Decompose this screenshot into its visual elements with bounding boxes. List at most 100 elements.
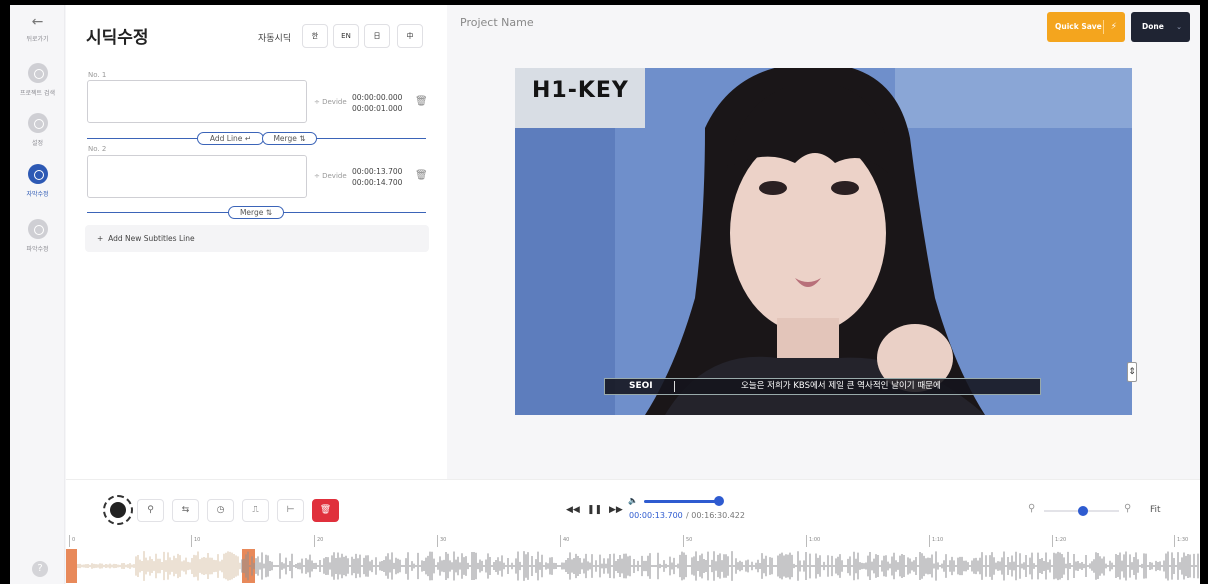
sidebar-item-subtitle-edit[interactable]: 자막수정	[10, 164, 65, 198]
pause-icon[interactable]: ❚❚	[587, 505, 602, 515]
volume-slider-thumb[interactable]	[714, 496, 724, 506]
delete-button[interactable]: 🗑	[312, 499, 339, 522]
merge-button[interactable]: Merge ⇅	[262, 132, 317, 145]
subtitle-icon	[27, 164, 48, 184]
add-new-subtitle-line-button[interactable]: + Add New Subtitles Line	[85, 225, 429, 252]
sidebar-item-project-search[interactable]: 프로젝트 검색	[10, 63, 65, 97]
swap-icon: ⇆	[181, 505, 190, 515]
auto-subtitle-label: 자동시딕	[258, 34, 292, 44]
record-icon[interactable]	[103, 495, 133, 525]
video-preview[interactable]: H1-KEY SEOI 오늘은 저희가 KBS에서 제일 큰 역사적인 날이기 …	[515, 68, 1132, 415]
split-icon: ⊢	[286, 505, 295, 515]
help-icon[interactable]: ?	[32, 561, 48, 577]
video-frame-image	[515, 68, 1132, 415]
time-tick: 40	[560, 535, 569, 547]
done-label: Done	[1142, 22, 1164, 31]
bolt-icon: ⚡	[1110, 22, 1117, 32]
end-time[interactable]: 00:00:14.700	[352, 177, 402, 188]
swap-icon: ⇅	[299, 134, 306, 143]
caption-overlay: SEOI 오늘은 저희가 KBS에서 제일 큰 역사적인 날이기 때문에	[604, 378, 1041, 395]
time-tick: 1:00	[806, 535, 820, 547]
start-time[interactable]: 00:00:00.000	[352, 92, 402, 103]
sidebar-item-label: 자막수정	[26, 191, 49, 198]
chevron-down-icon: ⌄	[1176, 23, 1182, 31]
editor-toolbar: ⚲ ⇆ ◷ ⎍ ⊢ 🗑 ◀◀ ❚❚ ▶▶ 🔈 00:00:13.700 / 00…	[66, 479, 1200, 535]
quick-save-label: Quick Save	[1055, 22, 1102, 31]
divider	[674, 381, 675, 392]
clock-tool-button[interactable]: ◷	[207, 499, 234, 522]
sidebar-item-settings[interactable]: 설정	[10, 113, 65, 147]
done-button[interactable]: Done ⌄	[1131, 12, 1190, 42]
trash-icon: 🗑	[319, 505, 332, 515]
gear-icon	[27, 113, 48, 133]
sidebar: ← 뒤로가기 프로젝트 검색 설정 자막수정 파악수정 ?	[10, 5, 65, 584]
caption-speaker: SEOI	[629, 381, 653, 391]
back-button[interactable]: ← 뒤로가기	[10, 15, 65, 43]
add-line-label: Add Line	[209, 134, 243, 143]
zoom-out-icon[interactable]: ⚲	[1028, 503, 1035, 514]
trash-icon[interactable]: 🗑	[415, 96, 428, 107]
fast-forward-icon[interactable]: ▶▶	[609, 505, 623, 515]
add-line-button[interactable]: Add Line ↵	[197, 132, 264, 145]
zoom-in-icon[interactable]: ⚲	[1124, 503, 1131, 514]
time-tick: 1:30	[1174, 535, 1188, 547]
lang-button-ja[interactable]: 日	[364, 24, 390, 48]
clock-icon: ◷	[216, 505, 225, 515]
entry-number: No. 1	[88, 71, 107, 79]
subtitle-text-field[interactable]	[87, 80, 307, 123]
lang-button-en[interactable]: EN	[333, 24, 359, 48]
subtitle-text-field[interactable]	[87, 155, 307, 198]
divide-icon: ÷	[314, 98, 320, 106]
wave-icon	[27, 219, 48, 239]
merge-label: Merge	[273, 134, 297, 143]
waveform-timeline[interactable]: 0 10 20 30 40 50 1:00 1:10 1:20 1:30	[66, 535, 1200, 584]
subtitle-panel: 시딕수정 자동시딕 한 EN 日 中 No. 1 ÷ Devide 00:00:…	[66, 5, 447, 479]
swap-icon: ⇅	[265, 208, 273, 217]
search-tool-button[interactable]: ⚲	[137, 499, 164, 522]
time-tick: 1:10	[929, 535, 943, 547]
merge-button[interactable]: Merge ⇅	[228, 206, 284, 219]
sidebar-item-label: 설정	[31, 140, 44, 147]
entry-number: No. 2	[88, 145, 107, 153]
app-window: ← 뒤로가기 프로젝트 검색 설정 자막수정 파악수정 ? 시딕수정 자동시딕 …	[10, 5, 1200, 584]
fit-button[interactable]: Fit	[1150, 505, 1161, 515]
divide-button[interactable]: ÷ Devide	[314, 98, 347, 106]
resize-handle-icon[interactable]: ⇕	[1127, 362, 1137, 382]
project-name[interactable]: Project Name	[460, 16, 534, 29]
volume-slider[interactable]	[644, 500, 720, 503]
add-new-label: Add New Subtitles Line	[108, 234, 195, 243]
quick-save-button[interactable]: Quick Save ⚡	[1047, 12, 1125, 42]
divide-label: Devide	[322, 172, 347, 180]
swap-tool-button[interactable]: ⇆	[172, 499, 199, 522]
volume-icon[interactable]: 🔈	[628, 496, 638, 505]
divide-button[interactable]: ÷ Devide	[314, 172, 347, 180]
end-time[interactable]: 00:00:01.000	[352, 103, 402, 114]
time-tick: 1:20	[1052, 535, 1066, 547]
panel-title: 시딕수정	[86, 28, 149, 48]
split-tool-button[interactable]: ⊢	[277, 499, 304, 522]
rewind-icon[interactable]: ◀◀	[566, 505, 580, 515]
link-icon: ⎍	[252, 505, 259, 515]
zoom-slider-thumb[interactable]	[1078, 506, 1088, 516]
divide-icon: ÷	[314, 172, 320, 180]
plus-icon: +	[97, 234, 104, 243]
trash-icon[interactable]: 🗑	[415, 170, 428, 181]
time-tick: 20	[314, 535, 323, 547]
link-tool-button[interactable]: ⎍	[242, 499, 269, 522]
return-icon: ↵	[244, 134, 252, 143]
lang-button-ko[interactable]: 한	[302, 24, 328, 48]
back-arrow-icon: ←	[31, 14, 44, 30]
selection-handle-start[interactable]	[66, 549, 77, 583]
sidebar-item-analysis-edit[interactable]: 파악수정	[10, 219, 65, 253]
sidebar-item-label: 프로젝트 검색	[19, 90, 56, 97]
lang-button-zh[interactable]: 中	[397, 24, 423, 48]
video-logo: H1-KEY	[532, 78, 629, 103]
back-label: 뒤로가기	[26, 36, 49, 43]
current-time: 00:00:13.700	[629, 511, 683, 520]
audio-waveform	[66, 549, 1199, 583]
time-tick: 50	[683, 535, 692, 547]
divide-label: Devide	[322, 98, 347, 106]
start-time[interactable]: 00:00:13.700	[352, 166, 402, 177]
total-time: / 00:16:30.422	[686, 511, 745, 520]
caption-text: 오늘은 저희가 KBS에서 제일 큰 역사적인 날이기 때문에	[741, 381, 941, 391]
